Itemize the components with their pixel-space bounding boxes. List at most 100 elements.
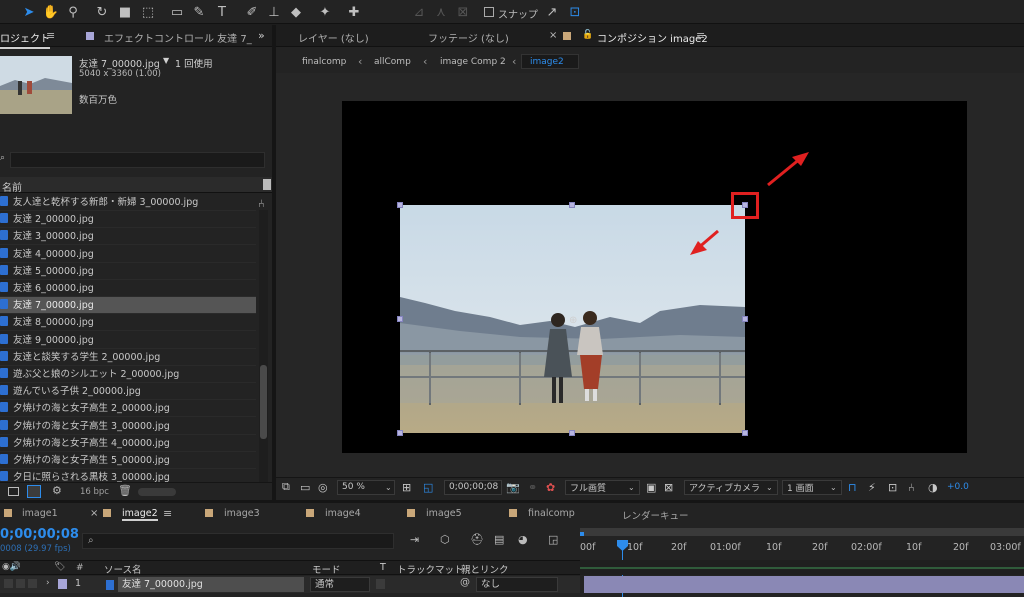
list-item[interactable]: 友達 9_00000.jpg: [0, 332, 256, 349]
type-tool-icon[interactable]: T: [213, 3, 231, 21]
list-item[interactable]: 夕焼けの海と女子高生 5_00000.jpg: [0, 452, 256, 469]
tab-image3[interactable]: image3: [224, 508, 260, 519]
breadcrumb-image-comp-2[interactable]: image Comp 2: [440, 57, 506, 67]
tab-render-queue[interactable]: レンダーキュー: [622, 508, 689, 522]
shy-layers-icon[interactable]: ⛑: [470, 533, 484, 546]
show-snapshot-icon[interactable]: ⚭: [528, 479, 537, 495]
column-parent[interactable]: 親とリンク: [461, 562, 509, 576]
work-area-start[interactable]: [580, 532, 584, 536]
layer-mode-dropdown[interactable]: 通常: [310, 577, 370, 592]
exposure-value[interactable]: +0.0: [947, 479, 969, 495]
always-preview-icon[interactable]: ⧉: [282, 479, 290, 495]
camera-tool-icon[interactable]: ■: [116, 3, 134, 21]
project-scrollbar[interactable]: [259, 210, 268, 482]
pen-tool-icon[interactable]: ✎: [190, 3, 208, 21]
list-item[interactable]: 友達 6_00000.jpg: [0, 280, 256, 297]
search-icon[interactable]: ⌕: [0, 153, 5, 163]
view-axis-icon[interactable]: ⊠: [454, 3, 472, 21]
viewer-menu-icon[interactable]: ≡: [696, 29, 705, 42]
usage-dropdown-icon[interactable]: ▼: [163, 56, 169, 65]
column-source-name[interactable]: ソース名: [104, 562, 142, 576]
snapshot-icon[interactable]: 📷: [506, 479, 520, 495]
label-column-icon[interactable]: 🏷: [54, 562, 65, 572]
list-item[interactable]: 夕焼けの海と女子高生 3_00000.jpg: [0, 418, 256, 435]
handle-middle-right[interactable]: [742, 316, 748, 322]
hand-tool-icon[interactable]: ✋: [42, 3, 60, 21]
eraser-tool-icon[interactable]: ◆: [287, 3, 305, 21]
layer-row[interactable]: › 1 友達 7_00000.jpg 通常 @ なし: [0, 576, 580, 593]
snap-grid-icon[interactable]: ⊡: [566, 3, 584, 21]
clone-stamp-tool-icon[interactable]: ⊥: [265, 3, 283, 21]
interpret-footage-icon[interactable]: ⚙: [52, 484, 62, 497]
rotate-tool-icon[interactable]: ↻: [93, 3, 111, 21]
label-column-icon[interactable]: [263, 179, 271, 190]
timeline-toggle-icon[interactable]: ⊡: [888, 479, 897, 495]
layer-duration-bar[interactable]: [584, 576, 1024, 593]
tab-project[interactable]: ロジェクト: [0, 30, 50, 49]
mask-view-icon[interactable]: ◎: [318, 479, 328, 495]
rectangle-tool-icon[interactable]: ▭: [168, 3, 186, 21]
handle-bottom-center[interactable]: [569, 430, 575, 436]
local-axis-icon[interactable]: ⊿: [410, 3, 428, 21]
channel-icon[interactable]: ✿: [546, 479, 555, 495]
project-scrollbar-thumb[interactable]: [260, 365, 267, 439]
column-t[interactable]: T: [380, 562, 386, 573]
tab-layer[interactable]: レイヤー (なし): [298, 30, 369, 45]
breadcrumb-image2[interactable]: image2: [530, 57, 564, 67]
handle-bottom-right[interactable]: [742, 430, 748, 436]
list-item[interactable]: 夕日に照らされる黒枝 3_00000.jpg: [0, 469, 256, 483]
world-axis-icon[interactable]: ⋏: [432, 3, 450, 21]
timeline-timecode[interactable]: 0;00;00;08: [0, 527, 79, 542]
list-item[interactable]: 友達 3_00000.jpg: [0, 228, 256, 246]
pan-behind-tool-icon[interactable]: ⬚: [139, 3, 157, 21]
lock-icon[interactable]: 🔓: [582, 30, 593, 40]
comp-mini-flowchart-icon[interactable]: ⇥: [410, 533, 419, 546]
new-comp-icon[interactable]: [27, 485, 41, 498]
motion-blur-icon[interactable]: ◕: [518, 533, 528, 546]
anchor-point-icon[interactable]: ⊕: [569, 315, 577, 326]
list-item[interactable]: 友達と談笑する学生 2_00000.jpg: [0, 349, 256, 366]
close-tab-icon[interactable]: ×: [549, 30, 557, 41]
expand-layer-icon[interactable]: ›: [46, 578, 50, 588]
selection-tool-icon[interactable]: ➤: [20, 3, 38, 21]
pick-whip-icon[interactable]: @: [460, 577, 470, 588]
reset-exposure-icon[interactable]: ◑: [928, 479, 938, 495]
breadcrumb-finalcomp[interactable]: finalcomp: [302, 57, 346, 67]
handle-middle-left[interactable]: [397, 316, 403, 322]
tab-footage[interactable]: フッテージ (なし): [428, 30, 509, 45]
puppet-pin-tool-icon[interactable]: ✚: [345, 3, 363, 21]
handle-top-center[interactable]: [569, 202, 575, 208]
trash-icon[interactable]: 🗑: [118, 484, 132, 497]
list-item[interactable]: 友達 2_00000.jpg: [0, 211, 256, 229]
snap-checkbox[interactable]: [484, 7, 494, 17]
tab-image1[interactable]: image1: [22, 508, 58, 519]
preserve-transparency-toggle[interactable]: [376, 579, 385, 589]
timeline-search-input[interactable]: ⌕: [82, 533, 394, 549]
roto-brush-tool-icon[interactable]: ✦: [316, 3, 334, 21]
tab-image4[interactable]: image4: [325, 508, 361, 519]
new-folder-icon[interactable]: [8, 487, 19, 496]
resolution-grid-icon[interactable]: ⊞: [402, 479, 411, 495]
layer-label-swatch[interactable]: [58, 579, 67, 589]
comp-flowchart-icon[interactable]: ⑃: [908, 479, 915, 495]
project-search-input[interactable]: [10, 152, 265, 168]
toggle-mask-icon[interactable]: ▣: [646, 479, 656, 495]
timeline-menu-icon[interactable]: ≡: [163, 507, 172, 520]
column-trackmatte[interactable]: トラックマット: [397, 562, 464, 576]
tab-image5[interactable]: image5: [426, 508, 462, 519]
layer-name[interactable]: 友達 7_00000.jpg: [118, 577, 304, 592]
thumbnail-slider[interactable]: [138, 488, 176, 496]
monitor-icon[interactable]: ▭: [300, 479, 310, 495]
brush-tool-icon[interactable]: ✐: [243, 3, 261, 21]
bpc-label[interactable]: 16 bpc: [80, 487, 109, 497]
transparency-grid-icon[interactable]: ⊠: [664, 479, 673, 495]
parent-dropdown[interactable]: なし: [476, 577, 558, 592]
tab-composition[interactable]: コンポジション image2: [597, 30, 708, 45]
tab-finalcomp[interactable]: finalcomp: [528, 508, 575, 519]
zoom-tool-icon[interactable]: ⚲: [64, 3, 82, 21]
camera-dropdown[interactable]: アクティブカメラ: [684, 479, 778, 495]
region-of-interest-icon[interactable]: ◱: [423, 479, 433, 495]
snap-option-icon[interactable]: ↗: [543, 3, 561, 21]
handle-bottom-left[interactable]: [397, 430, 403, 436]
video-toggle[interactable]: [4, 579, 13, 588]
